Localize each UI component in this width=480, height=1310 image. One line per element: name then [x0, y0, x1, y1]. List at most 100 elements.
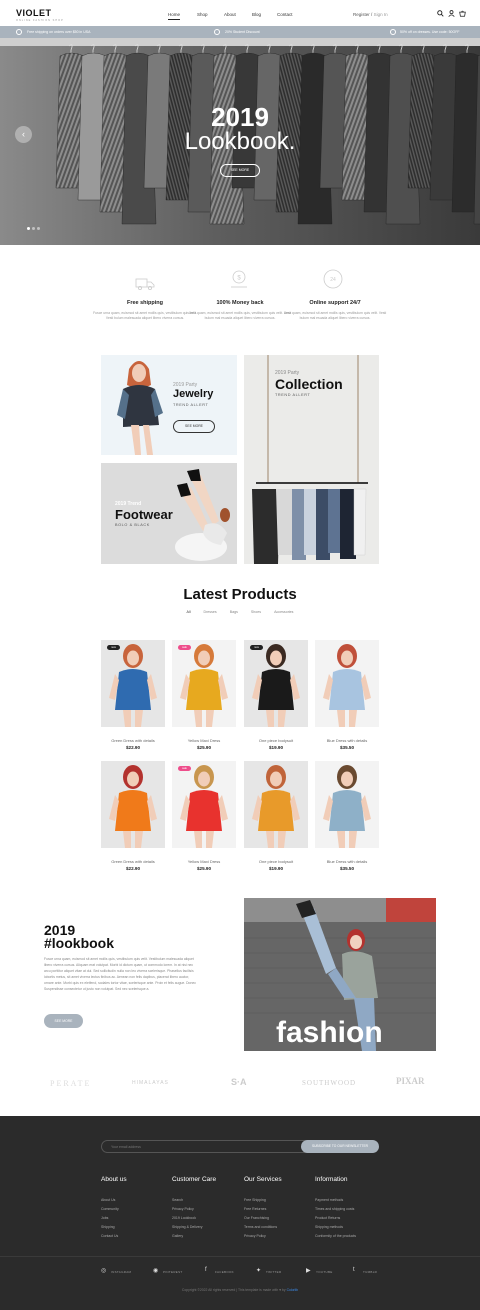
- product-card-image[interactable]: [315, 761, 379, 848]
- footer-link[interactable]: Product Returns: [315, 1214, 340, 1223]
- product-name[interactable]: Yellow Maxi Dress: [172, 738, 236, 743]
- footer-link[interactable]: Payment methods: [315, 1196, 343, 1205]
- tumblr-icon[interactable]: t: [353, 1267, 355, 1273]
- footer-link[interactable]: Jobs: [101, 1214, 108, 1223]
- footer-link[interactable]: Privacy Policy: [172, 1205, 194, 1214]
- filter-accessories[interactable]: Accessories: [274, 610, 293, 614]
- brand-logo[interactable]: PERATE: [50, 1079, 91, 1088]
- feature-description: Fusce urna quam, euismod sit amet mollis…: [93, 311, 197, 321]
- product-price: $25.90: [196, 745, 212, 750]
- colorlib-link[interactable]: Colorlib: [287, 1288, 299, 1292]
- jewelry-title: Jewelry: [173, 388, 214, 400]
- footer-column-title: Our Services: [244, 1176, 282, 1183]
- footer-link[interactable]: Shipping methods: [315, 1223, 343, 1232]
- footer-link[interactable]: Our Franchising: [244, 1214, 269, 1223]
- support-icon: 24: [323, 269, 343, 289]
- twitter-icon[interactable]: ✦: [256, 1267, 261, 1274]
- nav-blog[interactable]: Blog: [252, 12, 261, 17]
- discount-icon: [390, 29, 396, 35]
- hero-dot-1[interactable]: [27, 227, 30, 230]
- product-name[interactable]: Green Dress with details: [101, 859, 165, 864]
- signin-link[interactable]: Sign In: [374, 12, 388, 17]
- product-card-image[interactable]: [315, 640, 379, 727]
- jewelry-see-more-button[interactable]: SEE MORE: [173, 420, 215, 433]
- pinterest-icon[interactable]: ◉: [153, 1267, 158, 1274]
- footer-link[interactable]: About Us: [101, 1196, 115, 1205]
- social-label[interactable]: YOUTUBE: [316, 1270, 333, 1274]
- brand-logo[interactable]: PIXAR: [396, 1076, 425, 1086]
- lookbook-see-more-button[interactable]: SEE MORE: [44, 1014, 83, 1028]
- product-card-image[interactable]: [244, 640, 308, 727]
- filter-bags[interactable]: Bags: [230, 610, 238, 614]
- footer-link[interactable]: Shipping & Delivery: [172, 1223, 203, 1232]
- hero-dot-2[interactable]: [32, 227, 35, 230]
- footer-link[interactable]: Community: [101, 1205, 119, 1214]
- product-name[interactable]: Green Dress with details: [101, 738, 165, 743]
- footer: Your email address SUBSCRIBE TO OUR NEWS…: [0, 1116, 480, 1310]
- subscribe-button[interactable]: SUBSCRIBE TO OUR NEWSLETTER: [301, 1140, 379, 1153]
- hero-slider: ‹ 2019 Lookbook. SEE MORE: [0, 38, 480, 245]
- search-icon[interactable]: [437, 10, 444, 17]
- copyright: Copyright ©2022 All rights reserved | Th…: [0, 1288, 480, 1292]
- lookbook-title: #lookbook: [44, 935, 115, 951]
- logo[interactable]: VIOLET: [16, 8, 52, 18]
- hero-dot-3[interactable]: [37, 227, 40, 230]
- nav-contact[interactable]: Contact: [277, 12, 293, 17]
- product-card-image[interactable]: [244, 761, 308, 848]
- nav-home[interactable]: Home: [168, 12, 181, 20]
- youtube-icon[interactable]: ▶: [306, 1267, 311, 1274]
- footer-link[interactable]: Shipping: [101, 1223, 115, 1232]
- instagram-icon[interactable]: ◎: [101, 1267, 106, 1274]
- filter-dresses[interactable]: Dresses: [204, 610, 217, 614]
- facebook-icon[interactable]: f: [205, 1267, 207, 1273]
- newsletter-email-input[interactable]: Your email address: [101, 1140, 311, 1153]
- product-price: $22.90: [125, 745, 141, 750]
- jewelry-promo-card[interactable]: 2019 Party Jewelry TREND ALLERT SEE MORE: [101, 355, 237, 455]
- footer-link[interactable]: 2019 Lookbook: [172, 1214, 196, 1223]
- promo-center: 20% Student Discount: [225, 30, 260, 34]
- product-name[interactable]: Blue Dress with details: [315, 859, 379, 864]
- cart-icon[interactable]: [459, 10, 466, 17]
- social-label[interactable]: TUMBLR: [363, 1270, 377, 1274]
- nav-about[interactable]: About: [224, 12, 236, 17]
- footer-link[interactable]: Conformity of the products: [315, 1232, 356, 1241]
- footer-link[interactable]: Contact Us: [101, 1232, 118, 1241]
- user-icon[interactable]: [448, 10, 455, 17]
- collection-promo-card[interactable]: 2019 Party Collection TREND ALLERT: [244, 355, 379, 564]
- social-label[interactable]: FACEBOOK: [215, 1270, 234, 1274]
- social-label[interactable]: PINTEREST: [163, 1270, 183, 1274]
- brand-logo[interactable]: SOUTHWOOD: [302, 1079, 356, 1087]
- footer-link[interactable]: Times and shipping costs: [315, 1205, 354, 1214]
- product-card-image[interactable]: [172, 640, 236, 727]
- social-label[interactable]: INSTAGRAM: [111, 1270, 131, 1274]
- footer-link[interactable]: Search: [172, 1196, 183, 1205]
- products-title: Latest Products: [183, 586, 297, 603]
- brand-logo[interactable]: HIMALAYAS: [132, 1080, 169, 1086]
- product-name[interactable]: Yellow Maxi Dress: [172, 859, 236, 864]
- product-photo: [244, 761, 308, 848]
- footer-link[interactable]: Terms and conditions: [244, 1223, 277, 1232]
- product-badge: sale: [178, 645, 191, 650]
- footer-link[interactable]: Free Shipping: [244, 1196, 266, 1205]
- social-label[interactable]: TWITTER: [266, 1270, 281, 1274]
- footer-column-title: Customer Care: [172, 1176, 217, 1183]
- footer-link[interactable]: Gallery: [172, 1232, 183, 1241]
- filter-shoes[interactable]: Shoes: [251, 610, 261, 614]
- product-card-image[interactable]: [172, 761, 236, 848]
- footer-link[interactable]: Privacy Policy: [244, 1232, 266, 1241]
- product-name[interactable]: Blue Dress with details: [315, 738, 379, 743]
- filter-all[interactable]: All: [187, 610, 191, 614]
- product-badge: sale: [178, 766, 191, 771]
- promo-bar: Free shipping on orders over $50 in USA …: [0, 26, 480, 38]
- brand-logo[interactable]: S·A: [231, 1077, 247, 1087]
- hero-see-more-button[interactable]: SEE MORE: [220, 164, 260, 177]
- register-link[interactable]: Register: [353, 12, 370, 17]
- product-name[interactable]: One piece bodysuit: [244, 859, 308, 864]
- footer-link[interactable]: Free Returnes: [244, 1205, 266, 1214]
- product-card-image[interactable]: [101, 640, 165, 727]
- product-photo: [315, 640, 379, 727]
- nav-shop[interactable]: Shop: [197, 12, 208, 17]
- product-name[interactable]: One piece bodysuit: [244, 738, 308, 743]
- footwear-promo-card[interactable]: 2019 Trend Footwear BOLO & BLACK: [101, 463, 237, 564]
- product-card-image[interactable]: [101, 761, 165, 848]
